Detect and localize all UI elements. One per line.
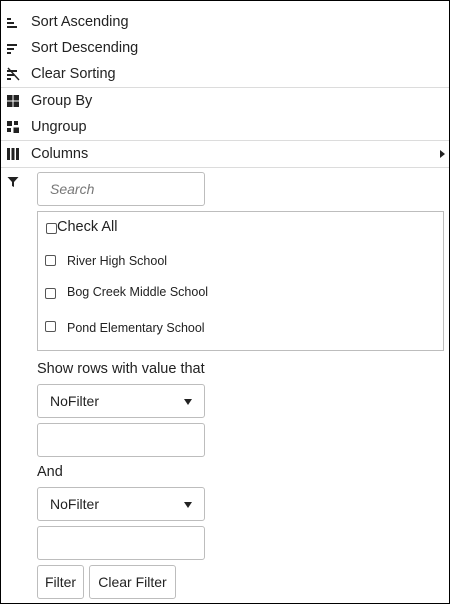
filter-button[interactable]: Filter (37, 565, 84, 599)
group-by-label: Group By (31, 93, 93, 109)
caret-down-icon (184, 399, 192, 405)
clear-sorting-icon (7, 67, 20, 81)
filter-operator-value-1: NoFilter (50, 393, 100, 409)
sort-descending-icon (7, 44, 17, 54)
filter-operator-select-2[interactable]: NoFilter (37, 487, 205, 521)
menu-item-sort-descending[interactable]: Sort Descending (1, 35, 449, 61)
sort-ascending-label: Sort Ascending (31, 14, 129, 30)
menu-item-clear-sorting[interactable]: Clear Sorting (1, 61, 449, 87)
columns-label: Columns (31, 146, 89, 162)
column-menu-panel: Sort Ascending Sort Descending Clear Sor… (0, 0, 450, 604)
search-input[interactable] (37, 172, 205, 206)
menu-divider (1, 167, 449, 168)
and-label: And (37, 464, 63, 480)
filter-values-list: Check All River High School Bog Creek Mi… (37, 211, 444, 351)
list-item-label: Pond Elementary School (67, 321, 205, 335)
filter-operator-select-1[interactable]: NoFilter (37, 384, 205, 418)
ungroup-icon (7, 121, 19, 133)
group-by-icon (7, 95, 19, 107)
columns-icon (7, 148, 19, 160)
filter-icon (7, 177, 19, 187)
clear-filter-button[interactable]: Clear Filter (89, 565, 176, 599)
sort-ascending-icon (7, 18, 17, 28)
ungroup-label: Ungroup (31, 119, 87, 135)
clear-sorting-label: Clear Sorting (31, 66, 116, 82)
list-item-label: River High School (67, 254, 168, 268)
filter-operator-value-2: NoFilter (50, 496, 100, 512)
check-all-checkbox[interactable] (46, 223, 57, 234)
list-item-checkbox[interactable] (45, 288, 56, 299)
caret-down-icon (184, 502, 192, 508)
list-item-label: Bog Creek Middle School (67, 285, 209, 299)
menu-item-group-by[interactable]: Group By (1, 88, 449, 114)
sort-descending-label: Sort Descending (31, 40, 139, 56)
filter-value-input-1[interactable] (37, 423, 205, 457)
check-all-label: Check All (57, 219, 118, 235)
list-item-checkbox[interactable] (45, 255, 56, 266)
menu-item-sort-ascending[interactable]: Sort Ascending (1, 9, 449, 35)
filter-condition-label: Show rows with value that (37, 361, 205, 377)
filter-value-input-2[interactable] (37, 526, 205, 560)
list-item-checkbox[interactable] (45, 321, 56, 332)
menu-item-ungroup[interactable]: Ungroup (1, 114, 449, 140)
menu-item-columns[interactable]: Columns (1, 141, 449, 167)
chevron-right-icon (440, 150, 445, 158)
